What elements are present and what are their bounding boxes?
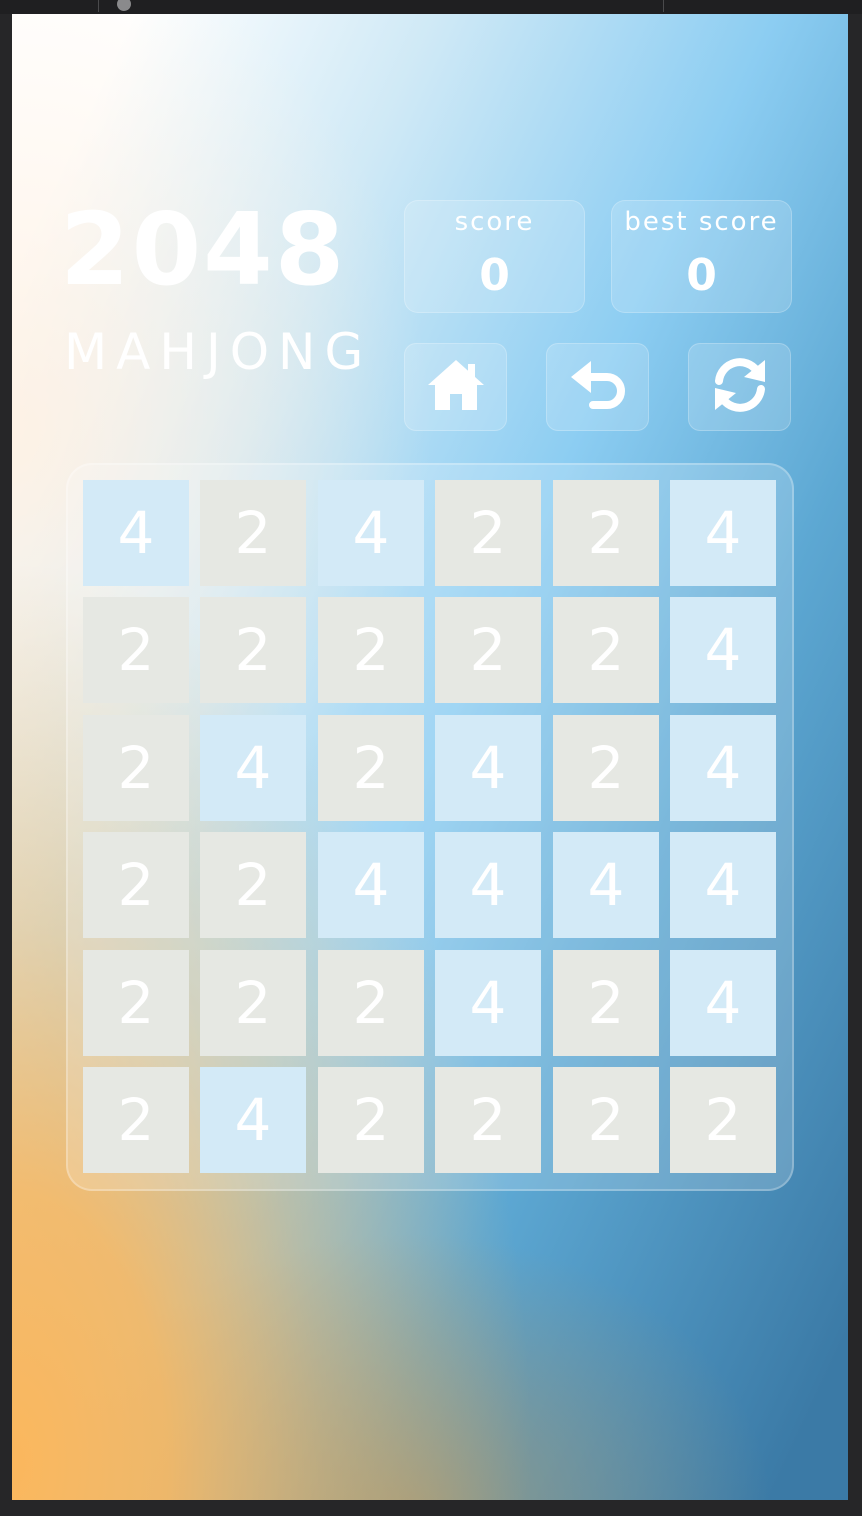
tile[interactable]: 4	[670, 832, 776, 938]
best-score-value: 0	[686, 250, 717, 301]
game-screen: 2048 MAHJONG score 0 best score 0 4 2 4 …	[12, 14, 848, 1500]
editor-toolbar-segment	[663, 0, 862, 12]
tile[interactable]: 2	[318, 950, 424, 1056]
undo-button[interactable]	[546, 343, 649, 431]
tile[interactable]: 2	[83, 1067, 189, 1173]
dot-icon	[117, 0, 131, 11]
home-button[interactable]	[404, 343, 507, 431]
tile[interactable]: 2	[318, 715, 424, 821]
restart-icon	[709, 354, 771, 420]
tile[interactable]: 4	[318, 832, 424, 938]
tile[interactable]: 2	[435, 1067, 541, 1173]
undo-icon	[567, 358, 629, 416]
tile[interactable]: 2	[83, 950, 189, 1056]
home-icon	[426, 358, 486, 416]
best-score-label: best score	[624, 207, 779, 237]
tile[interactable]: 2	[318, 597, 424, 703]
score-box: score 0	[404, 200, 585, 313]
tile[interactable]: 4	[435, 950, 541, 1056]
game-board[interactable]: 424224222224242424224444222424242222	[66, 463, 794, 1191]
best-score-box: best score 0	[611, 200, 792, 313]
tile[interactable]: 2	[553, 480, 659, 586]
restart-button[interactable]	[688, 343, 791, 431]
tile[interactable]: 2	[435, 597, 541, 703]
tile[interactable]: 2	[553, 715, 659, 821]
tile[interactable]: 4	[670, 480, 776, 586]
tile[interactable]: 4	[670, 597, 776, 703]
tile[interactable]: 4	[553, 832, 659, 938]
editor-toolbar	[0, 0, 862, 14]
game-title: 2048	[60, 191, 347, 308]
tile[interactable]: 4	[200, 715, 306, 821]
game-subtitle: MAHJONG	[64, 323, 373, 381]
tile[interactable]: 2	[83, 832, 189, 938]
tile[interactable]: 2	[553, 1067, 659, 1173]
editor-toolbar-segment	[98, 0, 663, 12]
tile[interactable]: 4	[83, 480, 189, 586]
score-value: 0	[479, 250, 510, 301]
tile[interactable]: 2	[200, 597, 306, 703]
tile[interactable]: 2	[318, 1067, 424, 1173]
tile[interactable]: 2	[553, 597, 659, 703]
tile[interactable]: 4	[435, 715, 541, 821]
tile[interactable]: 2	[553, 950, 659, 1056]
tile[interactable]: 2	[435, 480, 541, 586]
tile[interactable]: 4	[435, 832, 541, 938]
tile[interactable]: 2	[200, 480, 306, 586]
tile[interactable]: 2	[200, 832, 306, 938]
tile[interactable]: 4	[670, 715, 776, 821]
tile[interactable]: 2	[83, 597, 189, 703]
tile[interactable]: 4	[318, 480, 424, 586]
tile[interactable]: 4	[200, 1067, 306, 1173]
tile[interactable]: 2	[83, 715, 189, 821]
tile[interactable]: 4	[670, 950, 776, 1056]
tile[interactable]: 2	[670, 1067, 776, 1173]
tile[interactable]: 2	[200, 950, 306, 1056]
score-label: score	[454, 207, 535, 237]
